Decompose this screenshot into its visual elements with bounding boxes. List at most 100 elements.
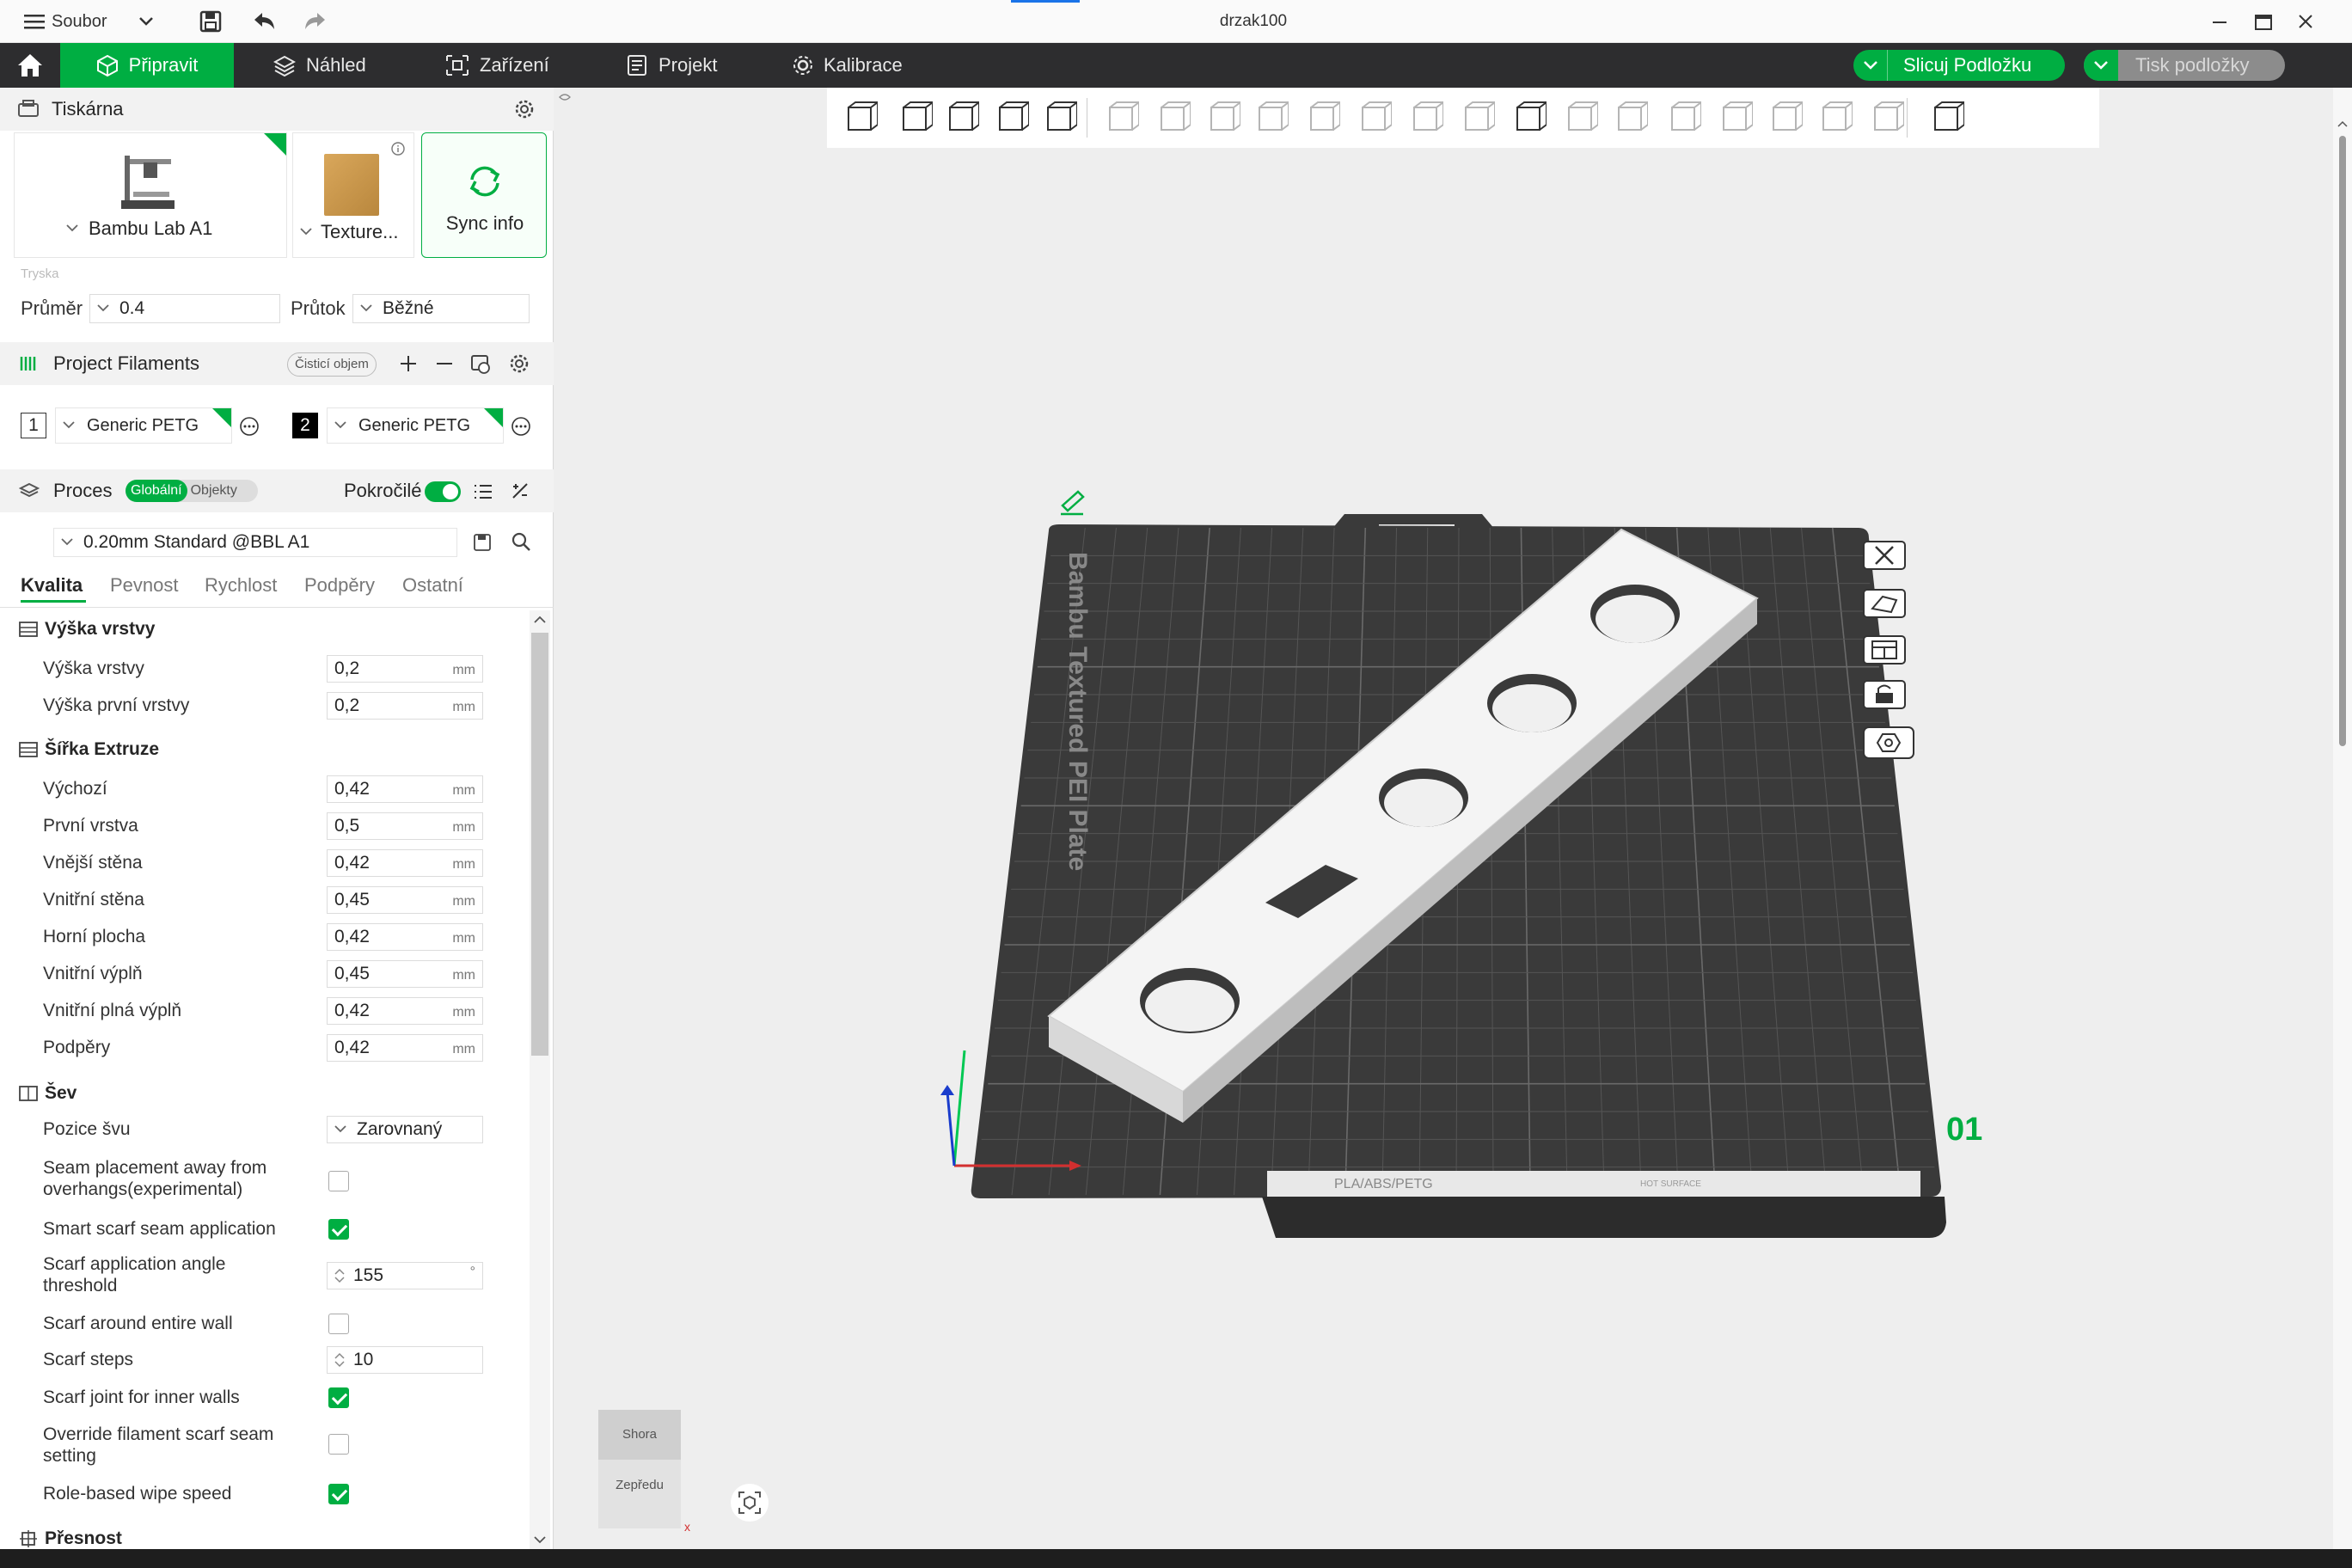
tab-strength[interactable]: Pevnost: [110, 574, 179, 597]
tab-others[interactable]: Ostatní: [402, 574, 463, 597]
reset-view-button[interactable]: [731, 1484, 769, 1522]
view-cube-top[interactable]: Shora: [598, 1410, 681, 1460]
viewport-scrollbar[interactable]: [2333, 88, 2352, 1549]
search-icon[interactable]: [511, 531, 531, 552]
seam-position-select[interactable]: Zarovnaný: [327, 1116, 483, 1143]
tab-supports[interactable]: Podpěry: [304, 574, 375, 597]
width-setting-input[interactable]: 0,5 mm: [327, 812, 483, 840]
flow-select[interactable]: Běžné: [352, 294, 530, 323]
scope-objects[interactable]: Objekty: [187, 480, 241, 502]
arrange-icon[interactable]: [1860, 633, 1908, 667]
add-icon[interactable]: [399, 354, 418, 373]
3d-viewport[interactable]: PLA/ABS/PETG HOT SURFACE Bambu Textured …: [554, 88, 2333, 1549]
print-dropdown-toggle[interactable]: [2084, 50, 2118, 81]
plate-select[interactable]: Texture...: [300, 221, 398, 243]
scarf-inner-checkbox[interactable]: [328, 1387, 349, 1408]
info-icon[interactable]: [391, 142, 405, 156]
width-setting-input[interactable]: 0,42 mm: [327, 1034, 483, 1062]
slice-dropdown-toggle[interactable]: [1853, 50, 1888, 81]
tab-project-label: Projekt: [658, 54, 718, 76]
plate-settings-icon[interactable]: [1860, 724, 1917, 762]
layers-icon: [273, 55, 296, 77]
spin-arrows-icon[interactable]: [334, 1267, 345, 1284]
chevron-up-icon[interactable]: [534, 616, 546, 624]
list-icon[interactable]: [473, 483, 493, 500]
filament-sync-icon[interactable]: [469, 352, 492, 375]
cube-icon: [96, 54, 118, 77]
auto-orient-icon[interactable]: [1860, 586, 1908, 621]
printer-select[interactable]: Bambu Lab A1: [66, 217, 212, 240]
sync-info-button[interactable]: Sync info: [421, 132, 547, 258]
minimize-button[interactable]: [2211, 0, 2228, 43]
tab-project[interactable]: Projekt: [626, 43, 717, 88]
purge-volume-button[interactable]: Čisticí objem: [287, 352, 377, 377]
scarf-angle-input[interactable]: 155 °: [327, 1262, 483, 1289]
device-icon: [446, 55, 469, 76]
home-icon: [18, 54, 42, 77]
chevron-up-icon[interactable]: [2337, 120, 2348, 127]
delete-plate-icon[interactable]: [1860, 538, 1908, 573]
selected-corner-badge: [212, 408, 231, 427]
advanced-toggle[interactable]: [425, 481, 461, 502]
width-setting-value: 0,45: [334, 964, 370, 983]
gear-icon[interactable]: [514, 99, 535, 119]
scarf-entire-checkbox[interactable]: [328, 1314, 349, 1334]
process-preset-select[interactable]: 0.20mm Standard @BBL A1: [53, 528, 457, 557]
maximize-button[interactable]: [2254, 0, 2273, 43]
scope-toggle[interactable]: Globální Objekty: [126, 480, 258, 502]
diameter-select[interactable]: 0.4: [89, 294, 280, 323]
lock-icon[interactable]: [1860, 677, 1908, 712]
width-setting-input[interactable]: 0,42 mm: [327, 775, 483, 803]
layer-setting-input[interactable]: 0,2 mm: [327, 692, 483, 720]
width-setting-input[interactable]: 0,45 mm: [327, 960, 483, 988]
tab-device[interactable]: Zařízení: [445, 43, 549, 88]
view-cube-front[interactable]: Zepředu: [598, 1460, 681, 1528]
compare-icon[interactable]: [511, 481, 530, 500]
gear-icon[interactable]: [509, 353, 530, 374]
home-button[interactable]: [0, 43, 60, 88]
scarf-steps-value: 10: [353, 1350, 374, 1369]
width-setting-input[interactable]: 0,45 mm: [327, 886, 483, 914]
chevron-down-icon[interactable]: [534, 1535, 546, 1544]
tab-preview[interactable]: Náhled: [273, 43, 366, 88]
remove-icon[interactable]: [435, 354, 454, 373]
more-options-icon[interactable]: [239, 416, 260, 437]
tab-prepare[interactable]: Připravit: [60, 43, 234, 88]
close-window-button[interactable]: [2297, 0, 2314, 43]
toggle-knob: [443, 484, 458, 499]
tab-speed[interactable]: Rychlost: [205, 574, 277, 597]
print-plate-button[interactable]: Tisk podložky: [2084, 50, 2285, 81]
plate-surface-label: HOT SURFACE: [1640, 1179, 1701, 1189]
width-setting-input[interactable]: 0,42 mm: [327, 923, 483, 951]
group-seam-title: Šev: [45, 1083, 77, 1103]
layer-setting-input[interactable]: 0,2 mm: [327, 655, 483, 683]
settings-panel: Tiskárna Bambu Lab A1 Texture... Sync in…: [0, 88, 554, 1556]
chevron-down-icon: [360, 304, 372, 312]
tab-calibration[interactable]: Kalibrace: [793, 43, 903, 88]
scarf-steps-input[interactable]: 10: [327, 1346, 483, 1374]
seam-position-value: Zarovnaný: [357, 1119, 443, 1139]
scrollbar[interactable]: [530, 610, 550, 1556]
smart-scarf-checkbox[interactable]: [328, 1219, 349, 1240]
width-setting-input[interactable]: 0,42 mm: [327, 849, 483, 877]
more-options-icon[interactable]: [511, 416, 531, 437]
window-title: drzak100: [1219, 12, 1288, 30]
override-scarf-checkbox[interactable]: [328, 1434, 349, 1455]
width-setting-input[interactable]: 0,42 mm: [327, 997, 483, 1025]
filament-select-1[interactable]: Generic PETG: [55, 407, 232, 444]
plate-card[interactable]: Texture...: [292, 132, 414, 258]
seam-away-checkbox[interactable]: [328, 1171, 349, 1191]
tab-quality[interactable]: Kvalita: [21, 574, 83, 597]
wipe-speed-checkbox[interactable]: [328, 1484, 349, 1504]
save-icon[interactable]: [473, 533, 492, 552]
scope-global[interactable]: Globální: [126, 480, 187, 502]
view-cube[interactable]: Shora Zepředu x: [598, 1410, 690, 1534]
scrollbar-thumb[interactable]: [531, 633, 548, 1056]
spin-arrows-icon[interactable]: [334, 1351, 345, 1369]
width-setting-label: Vnitřní plná výplň: [43, 1001, 182, 1020]
scrollbar-thumb[interactable]: [2339, 136, 2346, 746]
filament-select-2[interactable]: Generic PETG: [327, 407, 504, 444]
process-section-header: Proces Globální Objekty Pokročilé: [0, 469, 554, 512]
slice-plate-button[interactable]: Slicuj Podložku: [1853, 50, 2065, 81]
printer-card[interactable]: Bambu Lab A1: [14, 132, 287, 258]
